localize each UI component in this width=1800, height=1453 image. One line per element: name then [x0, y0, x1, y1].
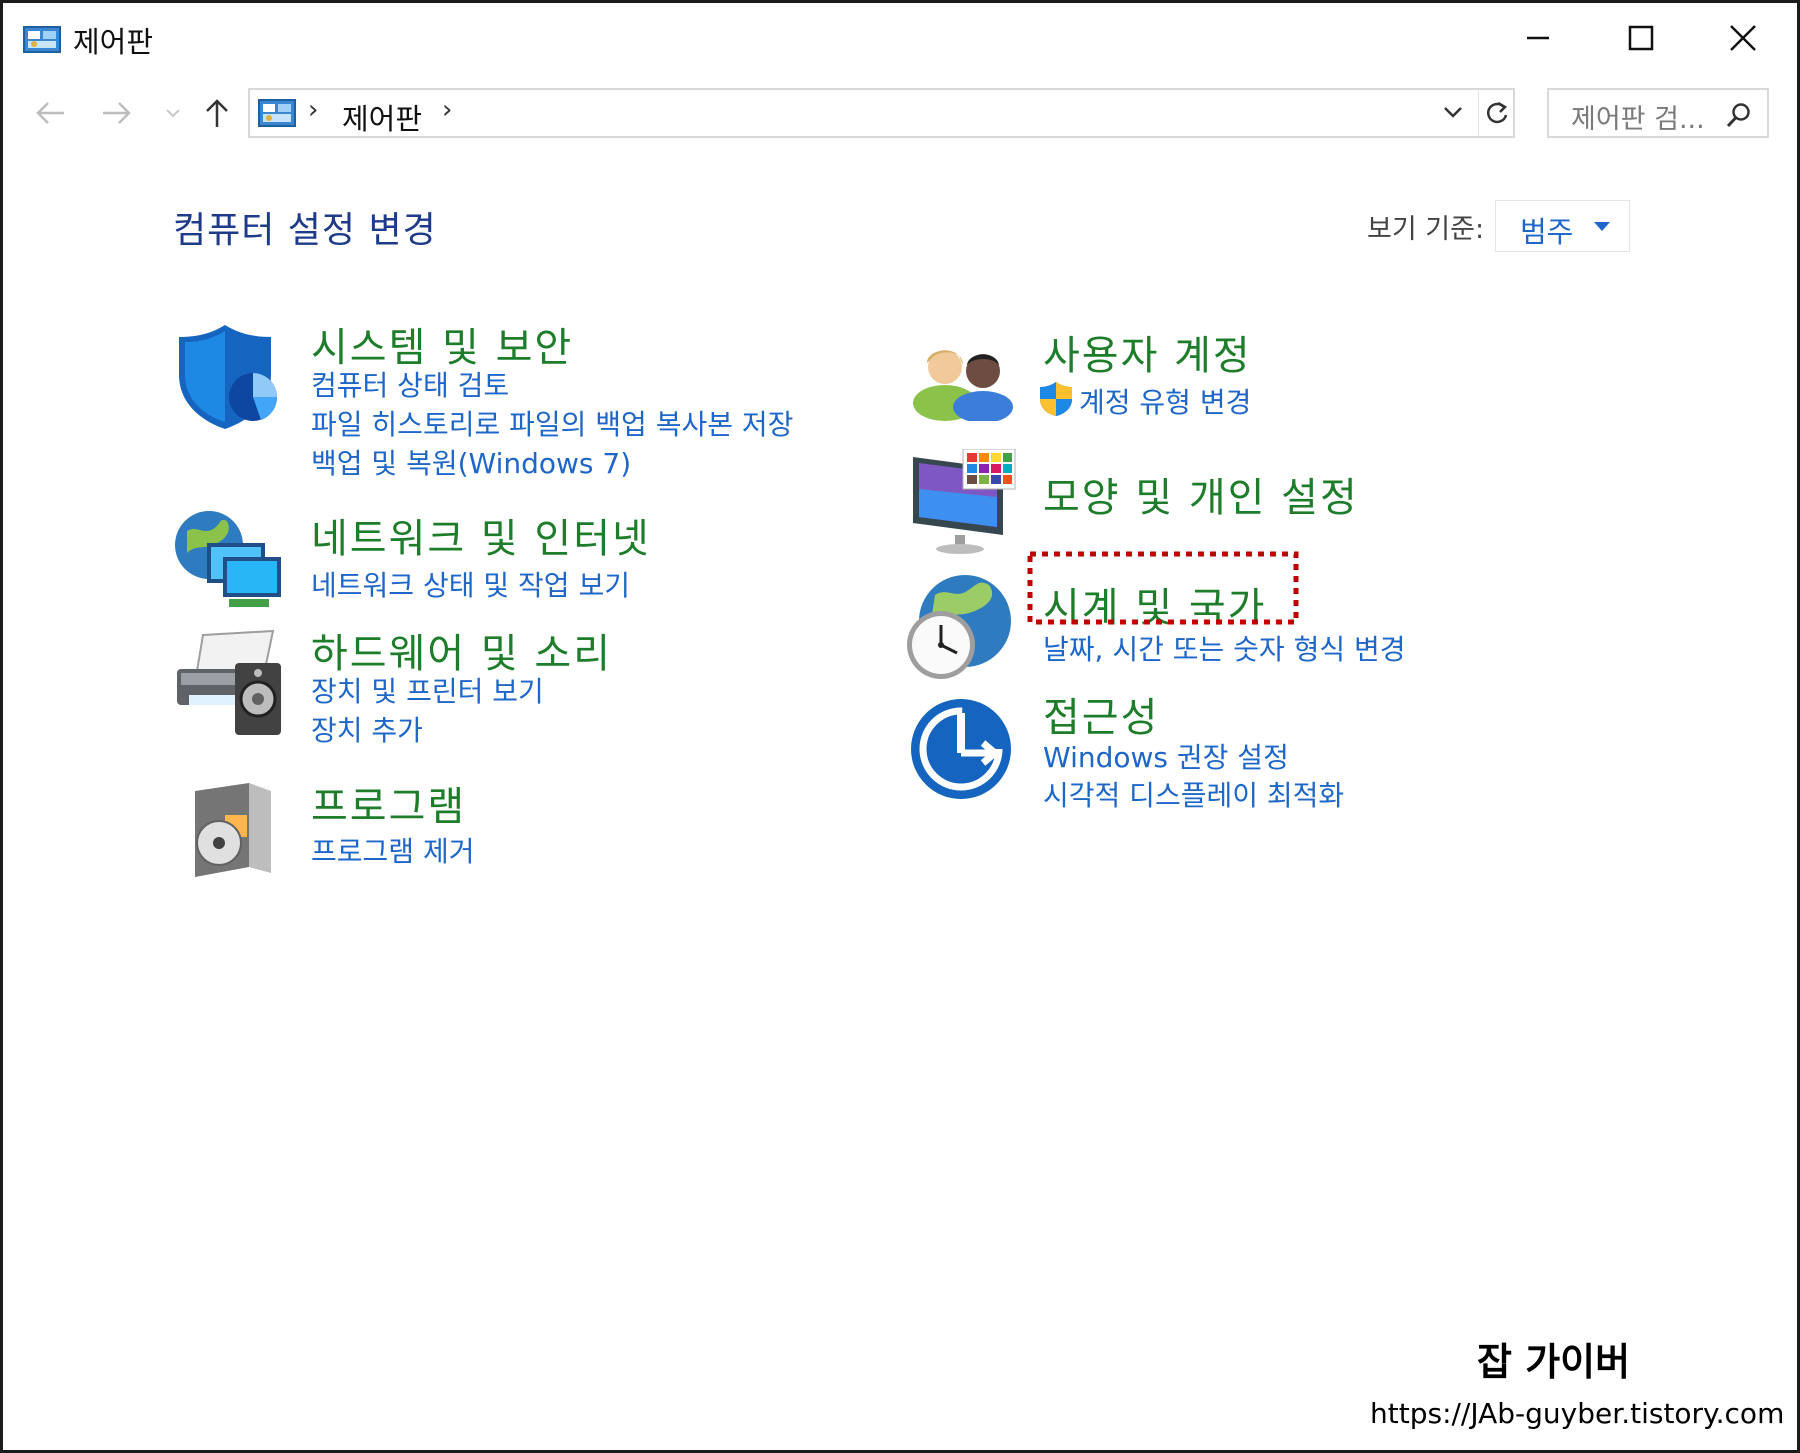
- maximize-button[interactable]: [1596, 7, 1686, 69]
- category-title-appearance[interactable]: 모양 및 개인 설정: [1043, 465, 1359, 523]
- title-bar: 제어판: [3, 3, 1797, 73]
- address-dropdown-icon[interactable]: [1442, 102, 1464, 122]
- network-icon[interactable]: [173, 505, 285, 609]
- category-title-programs[interactable]: 프로그램: [311, 774, 466, 832]
- view-by-value: 범주: [1520, 215, 1574, 249]
- category-title-ease-of-access[interactable]: 접근성: [1043, 685, 1159, 743]
- accessibility-icon[interactable]: [909, 697, 1013, 801]
- link-change-account-type[interactable]: 계정 유형 변경: [1079, 381, 1251, 421]
- address-bar[interactable]: › 제어판 ›: [248, 88, 1515, 138]
- close-button[interactable]: [1698, 7, 1788, 69]
- chevron-down-icon: [166, 109, 180, 118]
- search-icon[interactable]: [1725, 101, 1753, 129]
- users-icon[interactable]: [911, 337, 1015, 421]
- link-optimize-visual-display[interactable]: 시각적 디스플레이 최적화: [1043, 774, 1344, 814]
- link-review-computer-status[interactable]: 컴퓨터 상태 검토: [311, 364, 509, 404]
- breadcrumb-separator[interactable]: ›: [442, 95, 452, 125]
- breadcrumb-control-panel[interactable]: 제어판: [342, 96, 422, 138]
- uac-shield-icon: [1040, 382, 1072, 416]
- control-panel-window: 제어판 › 제어판 › 제어판 검... 컴퓨터 설정 변경 보기 기준: 범주…: [0, 0, 1800, 1453]
- search-placeholder: 제어판 검...: [1571, 104, 1705, 135]
- back-button[interactable]: [28, 91, 72, 135]
- highlight-box: [1027, 551, 1299, 625]
- link-uninstall-program[interactable]: 프로그램 제거: [311, 830, 474, 870]
- minimize-icon: [1527, 36, 1549, 40]
- maximize-icon: [1628, 25, 1654, 51]
- view-by-label: 보기 기준:: [1367, 214, 1485, 245]
- link-windows-recommended-settings[interactable]: Windows 권장 설정: [1043, 736, 1289, 776]
- link-file-history-backup[interactable]: 파일 히스토리로 파일의 백업 복사본 저장: [311, 403, 793, 443]
- search-input[interactable]: 제어판 검...: [1547, 88, 1769, 138]
- page-title: 컴퓨터 설정 변경: [173, 210, 437, 251]
- arrow-up-icon: [206, 99, 228, 127]
- refresh-button[interactable]: [1478, 90, 1514, 136]
- view-by-dropdown[interactable]: 범주: [1495, 200, 1630, 252]
- programs-icon[interactable]: [189, 781, 277, 879]
- link-date-time-number-format[interactable]: 날짜, 시간 또는 숫자 형식 변경: [1043, 628, 1406, 668]
- arrow-left-icon: [36, 102, 64, 124]
- control-panel-app-icon: [23, 26, 61, 53]
- up-button[interactable]: [195, 91, 239, 135]
- caret-down-icon: [1594, 222, 1610, 231]
- clock-globe-icon[interactable]: [903, 573, 1015, 683]
- monitor-icon[interactable]: [911, 449, 1017, 555]
- forward-button[interactable]: [95, 91, 139, 135]
- arrow-right-icon: [103, 102, 131, 124]
- breadcrumb-separator[interactable]: ›: [308, 95, 318, 125]
- link-devices-printers[interactable]: 장치 및 프린터 보기: [311, 670, 544, 710]
- category-title-network-internet[interactable]: 네트워크 및 인터넷: [311, 506, 651, 564]
- category-title-user-accounts[interactable]: 사용자 계정: [1043, 323, 1252, 381]
- control-panel-icon: [258, 99, 296, 127]
- close-icon: [1730, 25, 1756, 51]
- recent-locations-button[interactable]: [158, 91, 188, 135]
- minimize-button[interactable]: [1493, 7, 1583, 69]
- link-backup-restore-win7[interactable]: 백업 및 복원(Windows 7): [311, 442, 631, 482]
- watermark-url: https://JAb-guyber.tistory.com: [1370, 1397, 1785, 1430]
- printer-icon[interactable]: [173, 629, 285, 739]
- refresh-icon: [1486, 101, 1507, 124]
- link-network-status-tasks[interactable]: 네트워크 상태 및 작업 보기: [311, 564, 630, 604]
- window-title: 제어판: [73, 25, 154, 59]
- link-add-device[interactable]: 장치 추가: [311, 709, 423, 749]
- watermark-name: 잡 가이버: [1477, 1340, 1631, 1384]
- shield-icon[interactable]: [175, 323, 283, 431]
